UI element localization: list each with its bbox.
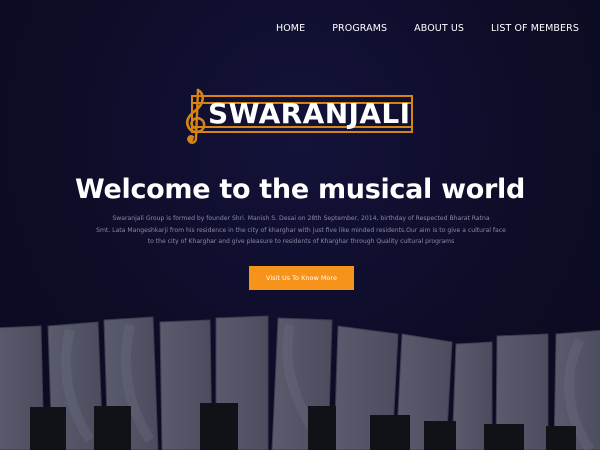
nav-item-about-us[interactable]: ABOUT US (414, 23, 464, 34)
visit-us-button[interactable]: Visit Us To Know More (249, 266, 354, 290)
piano-keys-graphic (0, 315, 600, 450)
site-logo[interactable]: SWARANJALI (181, 88, 413, 144)
hero-title: Welcome to the musical world (74, 174, 526, 205)
nav-item-programs[interactable]: PROGRAMS (332, 23, 387, 34)
page: HOME PROGRAMS ABOUT US LIST OF MEMBERS S… (0, 0, 600, 450)
nav-item-home[interactable]: HOME (276, 23, 305, 34)
hero-description: Swaranjali Group is formed by founder Sh… (68, 213, 534, 248)
main-nav: HOME PROGRAMS ABOUT US LIST OF MEMBERS (249, 0, 600, 56)
hero-description-line: to the city of Kharghar and give pleasur… (147, 238, 455, 245)
hero-description-line: Smt. Lata Mangeshkarji from his residenc… (96, 226, 506, 234)
nav-item-list-of-members[interactable]: LIST OF MEMBERS (491, 23, 579, 34)
hero-description-line: Swaranjali Group is formed by founder Sh… (112, 215, 490, 222)
logo-text: SWARANJALI (208, 97, 411, 130)
treble-clef-icon (185, 88, 206, 144)
